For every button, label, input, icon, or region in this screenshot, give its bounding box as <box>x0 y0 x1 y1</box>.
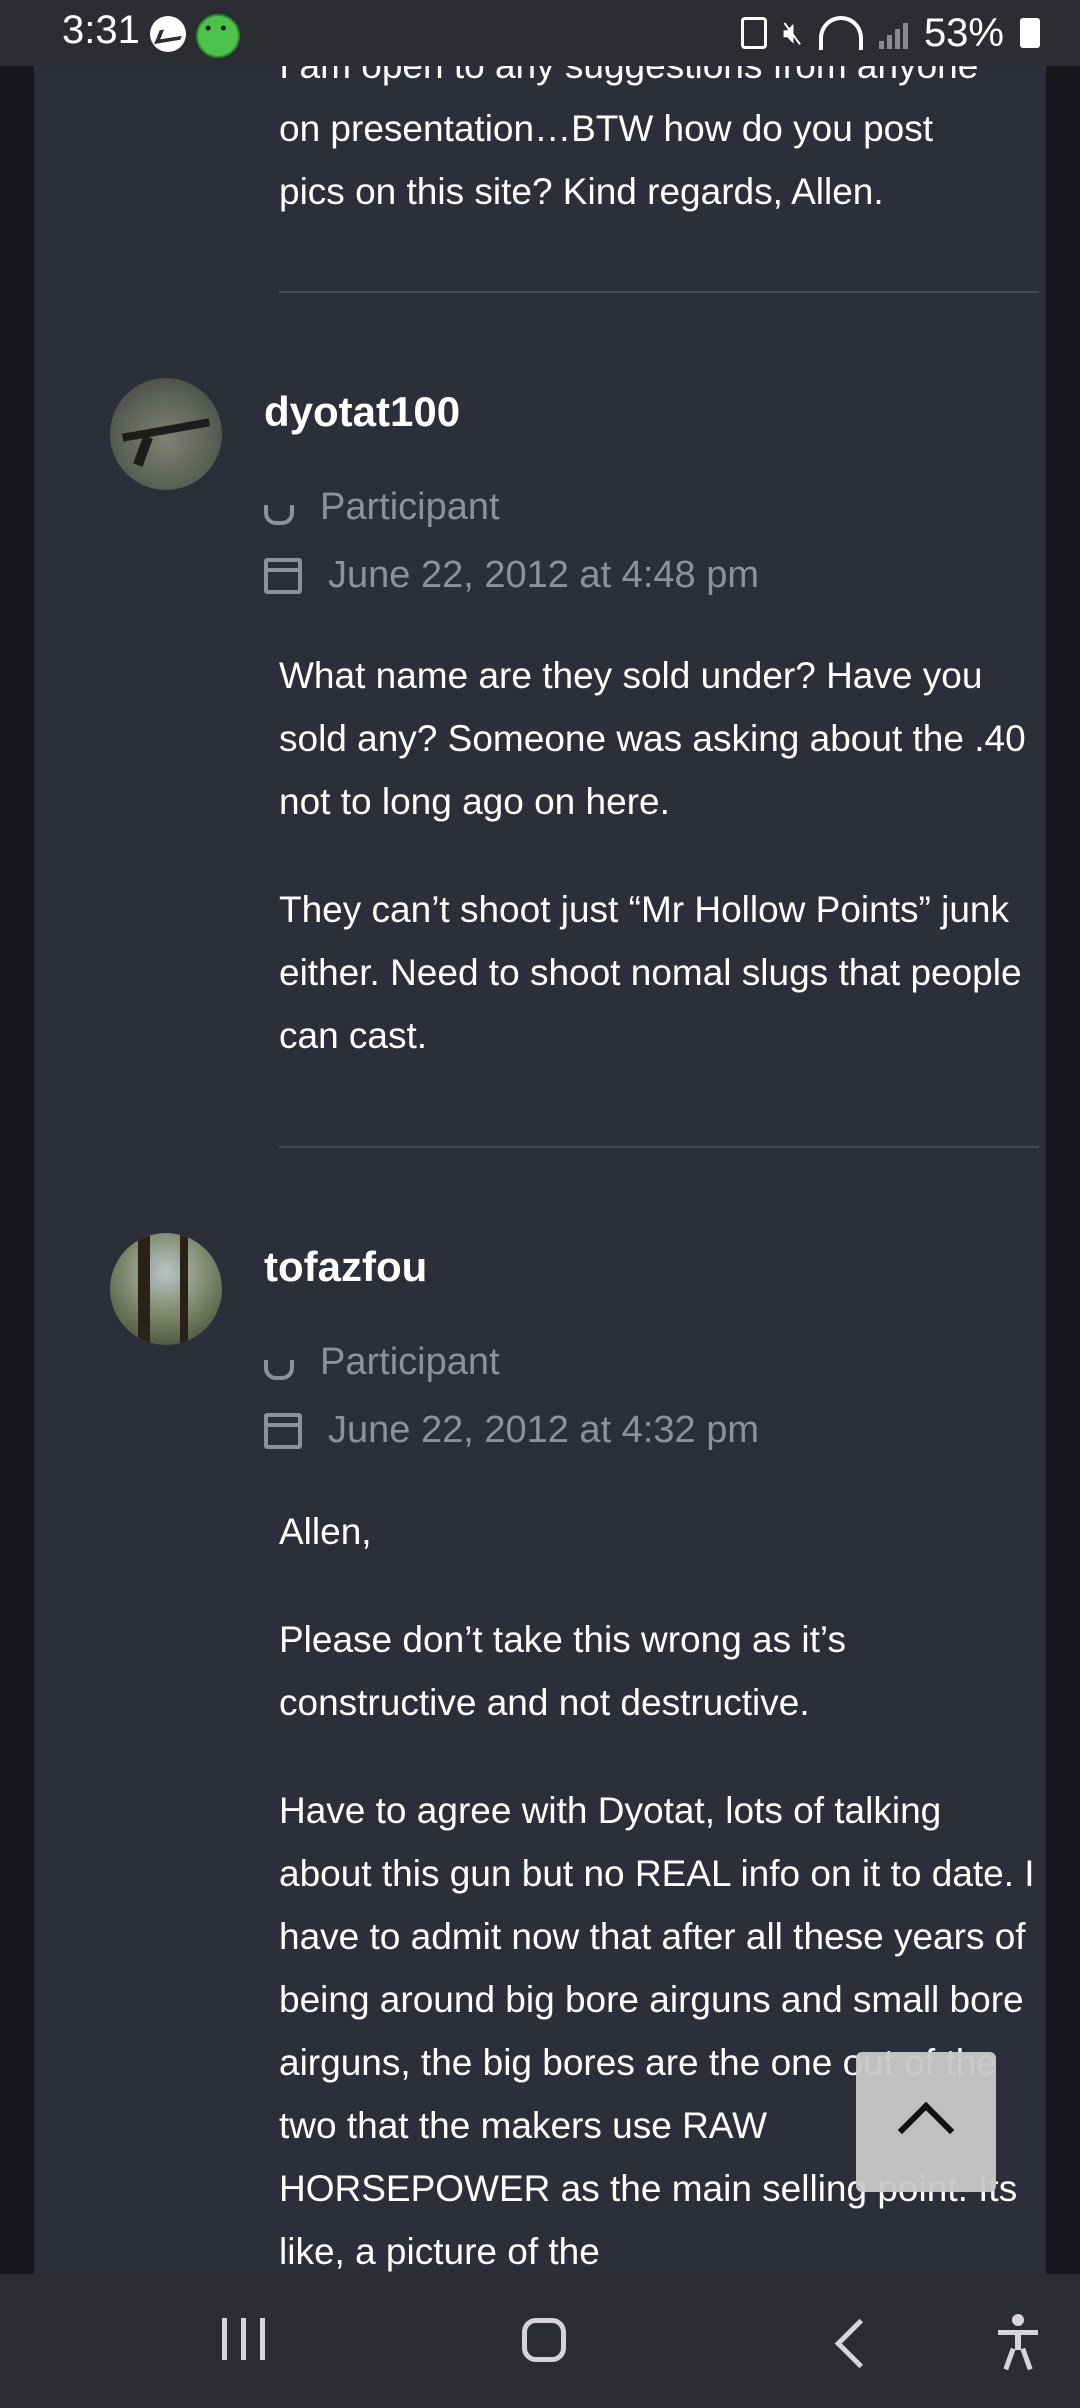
signal-icon <box>878 17 908 49</box>
calendar-icon <box>264 557 302 594</box>
app-face-icon <box>196 14 240 58</box>
avatar[interactable] <box>110 378 222 490</box>
avatar[interactable] <box>110 1233 222 1345</box>
role-label: Participant <box>320 486 500 528</box>
reply-paragraph: Have to agree with Dyotat, lots of talki… <box>279 1790 1035 2272</box>
reply-paragraph: Allen, <box>279 1511 372 1552</box>
reply-role: Participant <box>264 486 500 529</box>
previous-post-line: on presentation…BTW how do you post <box>279 108 934 149</box>
role-label: Participant <box>320 1341 500 1383</box>
messenger-icon <box>150 16 186 52</box>
battery-percent: 53% <box>923 10 1004 55</box>
date-label[interactable]: June 22, 2012 at 4:32 pm <box>328 1409 759 1452</box>
post-divider <box>279 291 1039 293</box>
reply-body: Allen, Please don’t take this wrong as i… <box>279 1500 1039 2328</box>
previous-post-line: pics on this site? Kind regards, Allen. <box>279 171 884 212</box>
coffee-cup-icon <box>264 504 294 525</box>
coffee-cup-icon <box>264 1359 294 1380</box>
recent-apps-button[interactable] <box>222 2318 265 2360</box>
battery-icon <box>1020 18 1040 48</box>
tree-image <box>138 1233 150 1345</box>
reply-body: What name are they sold under? Have you … <box>279 644 1039 1112</box>
reply-author[interactable]: tofazfou <box>264 1243 427 1291</box>
status-time: 3:31 <box>62 8 140 52</box>
back-button[interactable] <box>834 2318 885 2369</box>
reply-paragraph: What name are they sold under? Have you … <box>279 655 1026 822</box>
battery-saver-icon <box>740 17 767 49</box>
status-icons: 🔇︎ 53% <box>740 8 1040 58</box>
reply-paragraph: Please don’t take this wrong as it’s con… <box>279 1619 846 1723</box>
home-button[interactable] <box>522 2318 566 2362</box>
system-nav-bar <box>0 2274 1080 2408</box>
accessibility-button[interactable] <box>998 2314 1038 2371</box>
post-divider <box>279 1146 1039 1148</box>
rifle-image <box>121 418 211 442</box>
mute-icon: 🔇︎ <box>782 14 803 50</box>
forum-thread-card: I am open to any suggestions from anyone… <box>34 45 1046 2274</box>
status-bar: 3:31 🔇︎ 53% <box>0 0 1080 66</box>
reply-author[interactable]: dyotat100 <box>264 388 460 436</box>
date-label[interactable]: June 22, 2012 at 4:48 pm <box>328 554 759 597</box>
reply-paragraph: They can’t shoot just “Mr Hollow Points”… <box>279 889 1022 1056</box>
reply-date: June 22, 2012 at 4:48 pm <box>264 554 759 597</box>
reply-date: June 22, 2012 at 4:32 pm <box>264 1409 759 1452</box>
reply-role: Participant <box>264 1341 500 1384</box>
scroll-to-top-button[interactable] <box>856 2052 996 2192</box>
wifi-icon <box>818 16 863 50</box>
calendar-icon <box>264 1412 302 1449</box>
